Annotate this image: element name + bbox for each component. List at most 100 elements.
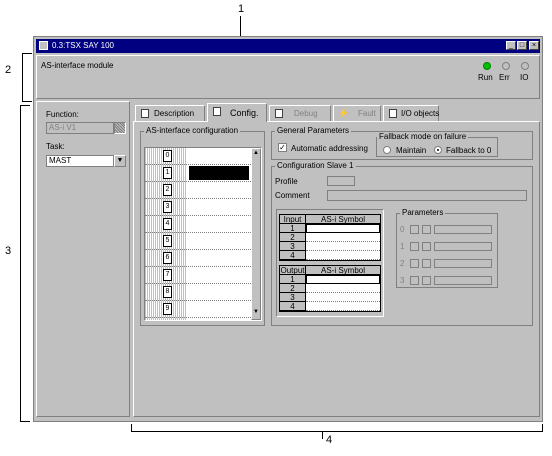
callout-3: 3 (5, 245, 12, 257)
slave-slot-icon: 9 (163, 303, 172, 315)
input-row-number: 2 (280, 233, 306, 242)
window-title: 0.3:TSX SAY 100 (52, 41, 114, 50)
parameter-checkbox[interactable] (410, 259, 419, 268)
parameter-checkbox[interactable] (410, 242, 419, 251)
slave-slot-icon: 4 (163, 218, 172, 230)
comment-field[interactable] (327, 190, 527, 201)
slot-row[interactable]: 4 (145, 216, 255, 233)
input-symbol-cell[interactable] (306, 224, 380, 233)
scroll-down-icon[interactable]: ▼ (253, 309, 259, 315)
slot-row[interactable]: 0 (145, 148, 255, 165)
asi-config-title: AS-interface configuration (144, 126, 241, 135)
fallback-title: Fallback mode on failure (377, 132, 469, 141)
run-led-label: Run (478, 73, 493, 82)
io-led-label: IO (520, 73, 529, 82)
maximize-button[interactable]: □ (517, 41, 527, 50)
description-icon (141, 109, 149, 118)
input-symbol-cell[interactable] (306, 251, 380, 260)
general-params-title: General Parameters (275, 126, 352, 135)
slave-slot-icon: 1 (163, 167, 172, 179)
close-button[interactable]: × (529, 41, 539, 50)
tab-io-objects[interactable]: I/O objects (383, 105, 439, 121)
config-icon (213, 107, 221, 116)
slot-row[interactable]: 6 (145, 250, 255, 267)
tab-config[interactable]: Config. (207, 103, 267, 122)
output-table: Output AS-i Symbol 1234 (279, 265, 381, 312)
tab-debug[interactable]: Debug (269, 105, 331, 121)
callout-4: 4 (326, 434, 333, 446)
slot-row[interactable]: 5 (145, 233, 255, 250)
scroll-up-icon[interactable]: ▲ (253, 150, 259, 156)
io-symbol-box: Input AS-i Symbol 1234 Output AS-i Symbo… (276, 209, 384, 317)
callout-2: 2 (5, 64, 12, 76)
slave-slot-icon: 7 (163, 269, 172, 281)
function-field: AS-i V1 (46, 122, 114, 134)
output-symbol-header: AS-i Symbol (306, 266, 380, 275)
slave-slot-icon: 5 (163, 235, 172, 247)
callout-1: 1 (238, 3, 245, 15)
parameters-group: Parameters 0 1 2 3 (396, 208, 498, 288)
slave-slot-icon: 2 (163, 184, 172, 196)
parameter-label: 2 (400, 259, 405, 268)
input-table: Input AS-i Symbol 1234 (279, 214, 381, 261)
selected-slot-cell[interactable] (189, 166, 249, 180)
radio-dot-icon (437, 149, 439, 151)
maintain-label: Maintain (396, 146, 427, 155)
tab-strip: Description Config. Debug ⚡ Fault I/O ob… (135, 103, 540, 122)
slot-row[interactable]: 3 (145, 199, 255, 216)
general-params-group: General Parameters ✓ Automatic addressin… (271, 126, 533, 160)
output-row-number: 2 (280, 284, 306, 293)
auto-addressing-checkbox[interactable]: ✓ (278, 143, 287, 152)
fault-icon: ⚡ (338, 108, 350, 118)
err-led-label: Err (499, 73, 510, 82)
module-name: AS-interface module (41, 61, 114, 70)
input-row-number: 3 (280, 242, 306, 251)
callout-2-bracket-top (22, 53, 32, 54)
parameter-field (434, 259, 492, 268)
output-row-number: 3 (280, 293, 306, 302)
parameter-checkbox[interactable] (410, 276, 419, 285)
input-symbol-cell[interactable] (306, 233, 380, 242)
callout-2-bracket (22, 53, 23, 102)
maintain-radio[interactable] (383, 146, 391, 154)
parameter-box (422, 225, 431, 234)
input-symbol-cell[interactable] (306, 242, 380, 251)
output-symbol-cell[interactable] (306, 284, 380, 293)
slave-config-group: Configuration Slave 1 Profile Comment In… (271, 161, 533, 326)
slot-row[interactable]: 9 (145, 301, 255, 318)
output-row-number: 4 (280, 302, 306, 311)
minimize-button[interactable]: _ (506, 41, 516, 50)
output-symbol-cell[interactable] (306, 275, 380, 284)
debug-icon (275, 109, 283, 118)
output-symbol-cell[interactable] (306, 302, 380, 311)
slot-row[interactable]: 7 (145, 267, 255, 284)
callout-3-bracket-top (20, 105, 30, 106)
input-row-number: 4 (280, 251, 306, 260)
slot-row[interactable]: 8 (145, 284, 255, 301)
callout-2-bracket-bottom (22, 101, 32, 102)
err-led-icon (502, 62, 510, 70)
parameter-field (434, 242, 492, 251)
parameter-box (422, 276, 431, 285)
tab-fault[interactable]: ⚡ Fault (333, 105, 381, 121)
auto-addressing-label: Automatic addressing (291, 144, 368, 153)
parameter-field (434, 225, 492, 234)
parameter-checkbox[interactable] (410, 225, 419, 234)
output-symbol-cell[interactable] (306, 293, 380, 302)
task-dropdown-button[interactable]: ▼ (114, 155, 126, 167)
fallback-to-0-radio[interactable] (434, 146, 442, 154)
callout-3-bracket-bottom (20, 421, 30, 422)
output-row-number: 1 (280, 275, 306, 284)
task-select[interactable]: MAST (46, 155, 114, 167)
tab-description[interactable]: Description (135, 105, 205, 121)
list-scrollbar[interactable]: ▲ ▼ (251, 148, 261, 320)
title-bar[interactable]: 0.3:TSX SAY 100 _ □ × (36, 39, 540, 53)
slave-config-title: Configuration Slave 1 (275, 161, 356, 170)
left-panel: Function: AS-i V1 Task: MAST ▼ (36, 101, 130, 417)
slot-list[interactable]: 0 1 2 3 4 5 6 7 8 9 ▲ ▼ (144, 147, 262, 321)
slave-slot-icon: 0 (163, 150, 172, 162)
slot-row[interactable]: 2 (145, 182, 255, 199)
callout-4-tick (322, 431, 323, 439)
module-header: AS-interface module Run Err IO (36, 55, 540, 99)
function-dropdown-button (114, 122, 126, 134)
